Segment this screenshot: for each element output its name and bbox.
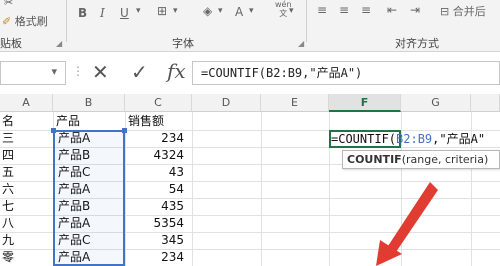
brush-icon: ✐	[2, 15, 12, 28]
cell-c3[interactable]: 4324	[125, 147, 192, 164]
align-left-icon[interactable]: ≡	[317, 3, 327, 17]
name-box[interactable]: ▾	[0, 61, 66, 85]
column-header-b[interactable]: B	[53, 94, 125, 112]
font-color-button[interactable]: A	[235, 5, 243, 19]
format-painter-button[interactable]: ✐ 格式刷	[2, 13, 48, 29]
name-box-dropdown-icon[interactable]: ▾	[51, 65, 57, 78]
increase-indent-icon[interactable]: ⇥	[410, 3, 420, 17]
cancel-icon[interactable]: ✕	[92, 60, 109, 84]
column-header-g[interactable]: G	[401, 94, 471, 112]
cell-a4[interactable]: 五	[0, 164, 53, 181]
cell-c4[interactable]: 43	[125, 164, 192, 181]
column-header-c[interactable]: C	[125, 94, 192, 112]
align-right-icon[interactable]: ≡	[361, 3, 371, 17]
clipboard-launcher-icon[interactable]: ◢	[56, 39, 62, 48]
function-name[interactable]: COUNTIF	[347, 153, 402, 166]
column-header-a[interactable]: A	[0, 94, 53, 112]
bold-button[interactable]: B	[78, 6, 87, 20]
merge-icon: ⊟	[440, 5, 450, 18]
cut-icon[interactable]: ✂	[4, 0, 13, 9]
alignment-group-label: 对齐方式	[395, 37, 439, 50]
column-header-e[interactable]: E	[261, 94, 329, 112]
underline-button[interactable]: U	[120, 6, 129, 20]
fill-dropdown-icon[interactable]: ▾	[218, 6, 223, 16]
selection-handle[interactable]	[122, 128, 127, 133]
confirm-icon[interactable]: ✓	[131, 60, 148, 84]
function-args: (range, criteria)	[401, 153, 489, 166]
cell-c5[interactable]: 54	[125, 181, 192, 198]
annotation-arrow-icon	[376, 182, 438, 266]
range-reference: B2:B9	[396, 132, 433, 146]
cell-a2[interactable]: 三	[0, 130, 53, 147]
arrow-shaft	[388, 182, 438, 252]
cell-a7[interactable]: 八	[0, 215, 53, 232]
cell-a8[interactable]: 九	[0, 232, 53, 249]
decrease-indent-icon[interactable]: ⇤	[387, 3, 397, 17]
underline-dropdown-icon[interactable]: ▾	[136, 6, 141, 16]
font-group-label: 字体	[172, 37, 194, 50]
column-header-h[interactable]	[471, 94, 500, 112]
cell-a1[interactable]: 名	[0, 113, 53, 130]
selection-handle[interactable]	[51, 128, 56, 133]
cell-edit-text[interactable]: =COUNTIF(B2:B9,"产品A"	[331, 131, 485, 147]
merge-center-button[interactable]: ⊟ 合并后	[440, 3, 486, 19]
cell-a3[interactable]: 四	[0, 147, 53, 164]
italic-button[interactable]: I	[100, 6, 105, 20]
gridline	[261, 112, 262, 266]
align-center-icon[interactable]: ≡	[339, 3, 349, 17]
function-tooltip: COUNTIF(range, criteria)	[342, 150, 500, 169]
font-launcher-icon[interactable]: ◢	[298, 39, 304, 48]
cell-a9[interactable]: 零	[0, 249, 53, 266]
gridline	[192, 112, 193, 266]
column-header-d[interactable]: D	[192, 94, 261, 112]
cell-c6[interactable]: 435	[125, 198, 192, 215]
cell-a5[interactable]: 六	[0, 181, 53, 198]
cell-a6[interactable]: 七	[0, 198, 53, 215]
borders-icon[interactable]: ⊞	[157, 4, 167, 18]
cell-c2[interactable]: 234	[125, 130, 192, 147]
ribbon-divider	[66, 0, 67, 42]
insert-function-button[interactable]: fx	[167, 59, 186, 83]
formula-bar: ▾ ⋮ ✕ ✓ fx =COUNTIF(B2:B9,"产品A")	[0, 56, 500, 90]
formula-input[interactable]: =COUNTIF(B2:B9,"产品A")	[192, 61, 500, 85]
clipboard-group-label: 贴板	[0, 37, 22, 50]
font-color-dropdown-icon[interactable]: ▾	[249, 6, 254, 16]
fill-color-icon[interactable]: ◈	[203, 4, 212, 18]
phonetic-dropdown-icon[interactable]: ▾	[289, 6, 294, 16]
ribbon-divider	[306, 0, 307, 42]
cell-c8[interactable]: 345	[125, 232, 192, 249]
range-selection-b2-b9[interactable]	[51, 128, 127, 266]
borders-dropdown-icon[interactable]: ▾	[173, 6, 178, 16]
column-header-f[interactable]: F	[329, 94, 401, 112]
cell-c7[interactable]: 5354	[125, 215, 192, 232]
cell-b1[interactable]: 产品	[54, 113, 125, 130]
ribbon: ✂ ✐ 格式刷 贴板 ◢ B I U ▾ ⊞ ▾ ◈ ▾ A ▾ wén 文 ▾…	[0, 0, 500, 52]
cell-c1[interactable]: 销售额	[126, 113, 192, 130]
formula-bar-grip-icon[interactable]: ⋮	[72, 64, 84, 78]
cell-c9[interactable]: 234	[125, 249, 192, 266]
